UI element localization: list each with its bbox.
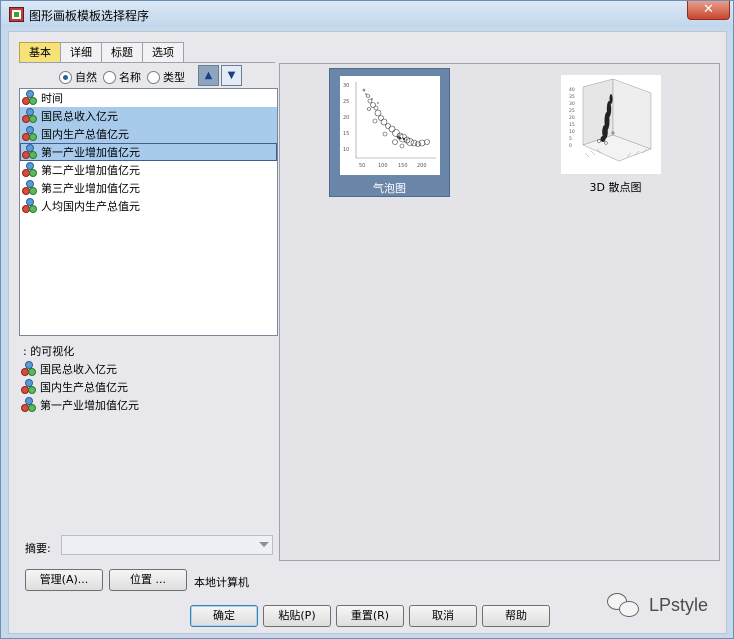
variable-item-gdp-per-capita[interactable]: 人均国内生产总值元 <box>20 197 277 215</box>
tab-details[interactable]: 详细 <box>60 42 102 63</box>
scatter3d-y-tick: 30 <box>569 101 575 107</box>
sort-type-label[interactable]: 类型 <box>163 69 185 85</box>
visualization-item-label: 国民总收入亿元 <box>40 363 117 376</box>
dialog-window: 图形画板模板选择程序 ✕ 基本 详细 标题 选项 自然 名称 类型 ▲ ▼ 时间 <box>0 0 734 639</box>
sort-descending-button[interactable]: ▼ <box>221 65 242 86</box>
gallery-item-label: 3D 散点图 <box>589 181 642 194</box>
tab-titles[interactable]: 标题 <box>101 42 143 63</box>
location-value: 本地计算机 <box>194 576 249 589</box>
gallery-item-3d-scatter[interactable]: 40 35 30 25 20 15 10 5 0 3D 散点图 <box>555 68 676 197</box>
scale-variable-icon <box>22 126 38 142</box>
scatter3d-y-tick: 20 <box>569 115 575 121</box>
summary-dropdown[interactable] <box>61 535 273 555</box>
visualization-item: 国内生产总值亿元 <box>19 378 278 396</box>
chat-bubbles-icon <box>607 591 641 619</box>
variable-label: 人均国内生产总值元 <box>41 200 140 213</box>
scatter3d-y-tick: 10 <box>569 129 575 135</box>
chart-template-gallery[interactable]: 30 25 20 15 10 50 100 150 200 气泡图 40 35 … <box>279 63 720 561</box>
3d-scatter-thumbnail: 40 35 30 25 20 15 10 5 0 <box>561 75 661 174</box>
bubble-x-tick: 50 <box>359 163 365 169</box>
bubble-chart-thumbnail: 30 25 20 15 10 50 100 150 200 <box>340 76 440 175</box>
tab-divider <box>19 62 275 63</box>
variable-item-tertiary-industry[interactable]: 第三产业增加值亿元 <box>20 179 277 197</box>
sort-name-label[interactable]: 名称 <box>119 69 141 85</box>
chevron-down-icon <box>259 542 269 547</box>
gallery-item-label: 气泡图 <box>373 182 406 195</box>
watermark: LPstyle <box>607 591 708 619</box>
help-button[interactable]: 帮助 <box>482 605 550 627</box>
scale-variable-icon <box>21 361 37 377</box>
watermark-text: LPstyle <box>649 594 709 615</box>
scale-variable-icon <box>22 198 38 214</box>
manage-button[interactable]: 管理(A)... <box>25 569 103 591</box>
variable-item-secondary-industry[interactable]: 第二产业增加值亿元 <box>20 161 277 179</box>
scale-variable-icon <box>22 180 38 196</box>
scatter3d-y-tick: 40 <box>569 87 575 93</box>
bubble-y-tick: 15 <box>343 131 349 137</box>
variable-label: 第二产业增加值亿元 <box>41 164 140 177</box>
tab-basic[interactable]: 基本 <box>19 42 61 63</box>
visualization-heading: : 的可视化 <box>23 345 75 358</box>
bubble-y-tick: 25 <box>343 99 349 105</box>
visualization-item-label: 第一产业增加值亿元 <box>40 399 139 412</box>
bubble-y-tick: 20 <box>343 115 349 121</box>
scatter3d-y-tick: 15 <box>569 122 575 128</box>
gallery-item-bubble-chart[interactable]: 30 25 20 15 10 50 100 150 200 气泡图 <box>329 68 450 197</box>
reset-button[interactable]: 重置(R) <box>336 605 404 627</box>
sort-natural-label[interactable]: 自然 <box>75 69 97 85</box>
sort-ascending-button[interactable]: ▲ <box>198 65 219 86</box>
scatter3d-y-tick: 35 <box>569 94 575 100</box>
sort-options: 自然 名称 类型 <box>59 68 191 86</box>
3d-scatter-svg: 40 35 30 25 20 15 10 5 0 <box>569 78 652 162</box>
location-button[interactable]: 位置 ... <box>109 569 187 591</box>
window-title: 图形画板模板选择程序 <box>29 9 150 23</box>
sort-type-radio[interactable] <box>147 70 160 84</box>
sort-name-radio[interactable] <box>103 70 116 84</box>
bubble-x-tick: 150 <box>398 163 408 169</box>
variable-item-primary-industry[interactable]: 第一产业增加值亿元 <box>20 143 277 161</box>
dialog-body: 基本 详细 标题 选项 自然 名称 类型 ▲ ▼ 时间 国民总收入亿元 国内生产… <box>8 31 727 634</box>
scale-variable-icon <box>21 397 37 413</box>
variable-label: 第三产业增加值亿元 <box>41 182 140 195</box>
scale-variable-icon <box>22 90 38 106</box>
summary-label: 摘要: <box>25 542 51 555</box>
tab-strip: 基本 详细 标题 选项 <box>19 42 184 63</box>
bubble-x-tick: 200 <box>417 163 427 169</box>
variable-item-gdp[interactable]: 国内生产总值亿元 <box>20 125 277 143</box>
scatter3d-y-tick: 5 <box>569 136 572 142</box>
visualization-item: 国民总收入亿元 <box>19 360 278 378</box>
visualization-variable-list: 国民总收入亿元 国内生产总值亿元 第一产业增加值亿元 <box>19 360 278 414</box>
scale-variable-icon <box>21 379 37 395</box>
bubble-y-tick: 10 <box>343 147 349 153</box>
close-button[interactable]: ✕ <box>687 1 730 20</box>
scale-variable-icon <box>22 162 38 178</box>
app-icon <box>9 7 24 22</box>
variable-label: 第一产业增加值亿元 <box>41 146 140 159</box>
scale-variable-icon <box>22 144 38 160</box>
ok-button[interactable]: 确定 <box>190 605 258 627</box>
variable-label: 国内生产总值亿元 <box>41 128 129 141</box>
scatter3d-y-tick: 25 <box>569 108 575 114</box>
variable-label: 时间 <box>41 92 63 105</box>
cancel-button[interactable]: 取消 <box>409 605 477 627</box>
variable-item-gni[interactable]: 国民总收入亿元 <box>20 107 277 125</box>
visualization-item: 第一产业增加值亿元 <box>19 396 278 414</box>
scatter3d-y-tick: 0 <box>569 143 572 149</box>
scale-variable-icon <box>22 108 38 124</box>
title-bar[interactable]: 图形画板模板选择程序 ✕ <box>1 1 733 27</box>
bubble-x-tick: 100 <box>378 163 388 169</box>
tab-options[interactable]: 选项 <box>142 42 184 63</box>
sort-natural-radio[interactable] <box>59 70 72 84</box>
bubble-y-tick: 30 <box>343 83 349 89</box>
bubble-chart-svg: 30 25 20 15 10 50 100 150 200 <box>343 82 436 169</box>
variable-list[interactable]: 时间 国民总收入亿元 国内生产总值亿元 第一产业增加值亿元 第二产业增加值亿元 … <box>19 88 278 336</box>
paste-button[interactable]: 粘贴(P) <box>263 605 331 627</box>
variable-item-time[interactable]: 时间 <box>20 89 277 107</box>
visualization-item-label: 国内生产总值亿元 <box>40 381 128 394</box>
variable-label: 国民总收入亿元 <box>41 110 118 123</box>
